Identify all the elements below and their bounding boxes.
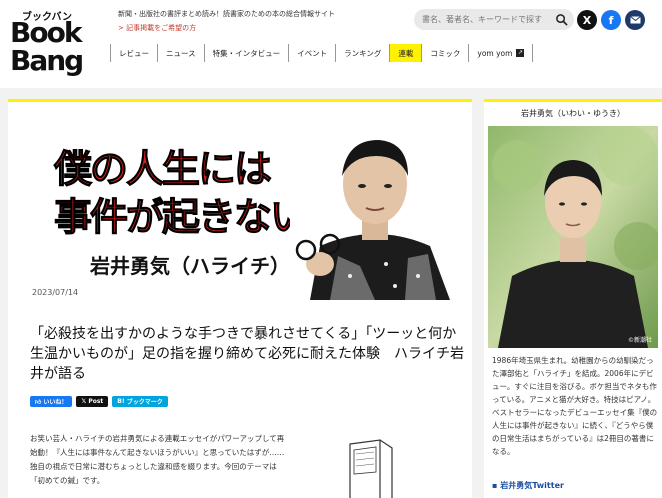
- author-photo-image: [488, 126, 658, 348]
- nav-item-events[interactable]: イベント: [288, 44, 335, 62]
- nav-item-comic[interactable]: コミック: [421, 44, 468, 62]
- external-link-icon: ↗: [516, 49, 525, 57]
- author-twitter-label: 岩井勇気Twitter: [500, 481, 564, 490]
- x-twitter-icon[interactable]: X: [577, 10, 597, 30]
- post-label: Post: [88, 398, 104, 405]
- envelope-icon: [629, 16, 641, 24]
- nav-item-yomyom-label: yom yom: [477, 48, 513, 58]
- main-nav: レビュー ニュース 特集・インタビュー イベント ランキング 連載 コミック y…: [110, 44, 534, 62]
- hero-banner: 僕の人生には 事件が起きない 岩井勇気（ハライチ）: [30, 120, 460, 300]
- hero-title-line2: 事件が起きない: [53, 195, 308, 240]
- author-name-heading: 岩井勇気（いわい・ゆうき）: [521, 109, 625, 118]
- photo-credit: ©新潮社: [627, 337, 652, 344]
- like-label: いいね！: [43, 399, 68, 406]
- hatena-icon: B!: [117, 398, 125, 405]
- site-tagline: 新聞・出版社の書評まとめ読み！読書家のための本の総合情報サイト: [118, 10, 335, 18]
- hatena-bookmark-button[interactable]: B! ブックマーク: [112, 396, 168, 407]
- author-twitter-link[interactable]: ▪ 岩井勇気Twitter: [492, 480, 564, 491]
- share-buttons: 👍︎ いいね！ 𝕏 Post B! ブックマーク: [30, 396, 168, 407]
- x-logo-icon: 𝕏: [81, 398, 87, 405]
- site-header: ブックバン Book Bang 新聞・出版社の書評まとめ読み！読書家のための本の…: [0, 0, 662, 88]
- author-bio: 1986年埼玉県生まれ。幼稚園からの幼馴染だった澤部佑と「ハライチ」を結成。20…: [492, 356, 658, 456]
- nav-item-review[interactable]: レビュー: [110, 44, 157, 62]
- facebook-like-button[interactable]: 👍︎ いいね！: [30, 396, 73, 407]
- search-icon[interactable]: [555, 13, 568, 26]
- search-input[interactable]: [422, 11, 552, 28]
- author-photo: ©新潮社: [488, 126, 658, 348]
- ad-inquiry-link[interactable]: > 記事掲載をご希望の方: [118, 23, 196, 33]
- nav-item-features[interactable]: 特集・インタビュー: [203, 44, 289, 62]
- article-body: お笑い芸人・ハライチの岩井勇気による連載エッセイがパワーアップして再始動！『人生…: [30, 434, 285, 485]
- mail-icon[interactable]: [625, 10, 645, 30]
- x-label: X: [582, 13, 592, 27]
- bullet-icon: ▪: [492, 481, 498, 490]
- nav-item-ranking[interactable]: ランキング: [335, 44, 389, 62]
- author-portrait: [290, 126, 460, 300]
- article-headline: 「必殺技を出すかのような手つきで暴れさせてくる」「ツーッと何か生温かいものが」足…: [30, 326, 464, 382]
- site-logo[interactable]: ブックバン Book Bang: [4, 2, 88, 88]
- nav-item-serial[interactable]: 連載: [389, 44, 422, 62]
- logo-word-bang: Bang: [10, 44, 84, 77]
- bookmark-label: ブックマーク: [126, 399, 163, 406]
- article-main: 僕の人生には 事件が起きない 岩井勇気（ハライチ） 2023/07/14 「必殺…: [8, 99, 472, 498]
- facebook-icon[interactable]: f: [601, 10, 621, 30]
- door-illustration: [349, 439, 393, 498]
- hero-title-line1: 僕の人生には: [53, 147, 272, 192]
- search-box: [414, 9, 574, 30]
- article-date: 2023/07/14: [32, 288, 79, 297]
- nav-item-yomyom[interactable]: yom yom ↗: [468, 44, 534, 62]
- facebook-label: f: [608, 13, 614, 27]
- hero-author: 岩井勇気（ハライチ）: [90, 254, 290, 278]
- nav-item-news[interactable]: ニュース: [157, 44, 204, 62]
- thumbs-up-icon: 👍︎: [35, 398, 42, 406]
- x-post-button[interactable]: 𝕏 Post: [76, 396, 109, 407]
- author-sidebar: 岩井勇気（いわい・ゆうき） ©新潮社 1986年埼玉県生まれ。幼稚園からの幼馴染…: [484, 99, 662, 498]
